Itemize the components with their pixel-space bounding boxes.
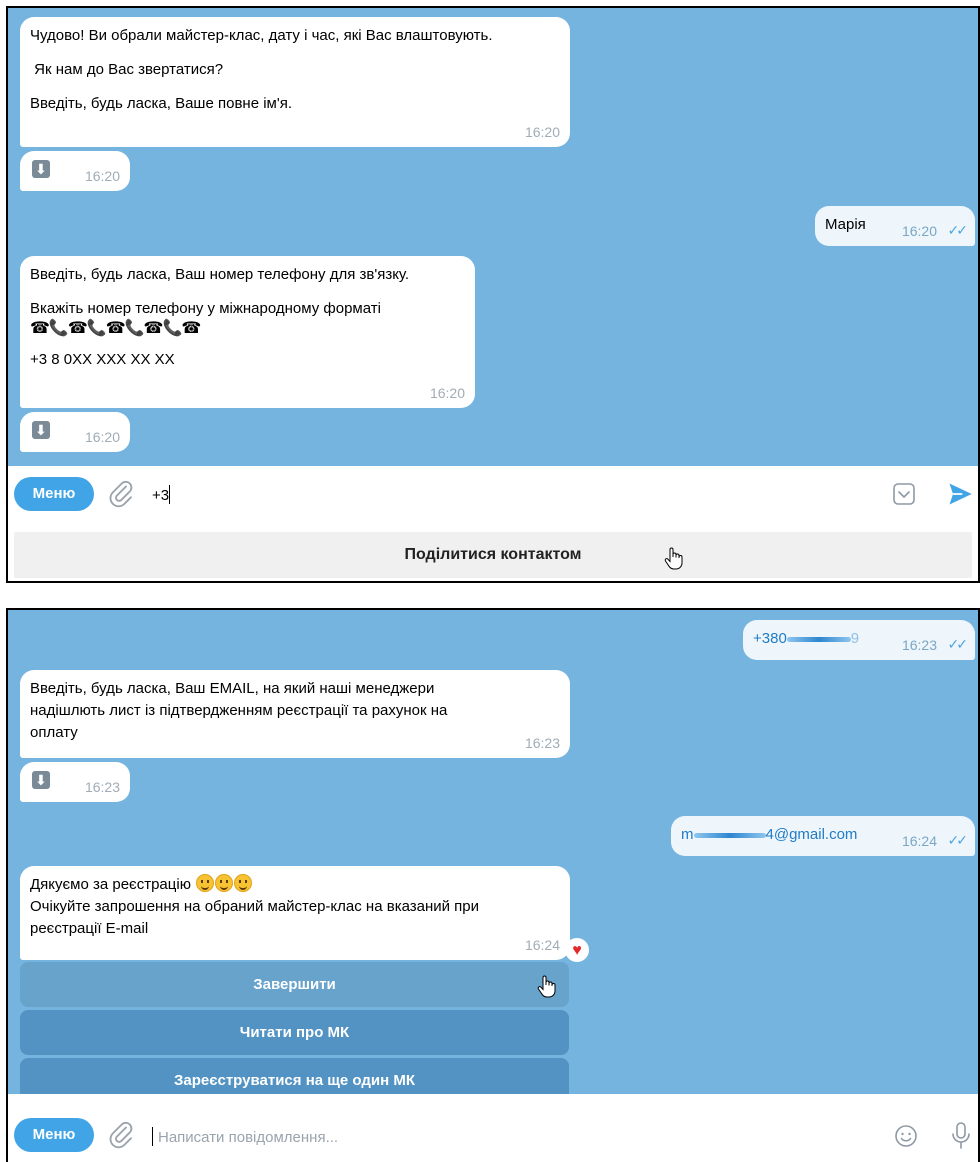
input-placeholder: Написати повідомлення... [158,1129,339,1146]
download-icon[interactable]: ⬇ [32,771,50,789]
read-ticks-icon: ✓✓ [947,831,969,848]
message-text: Марія [825,216,866,233]
paperclip-icon[interactable] [106,1120,136,1150]
message-list[interactable]: +380 9 16:23 ✓✓ Введіть, будь ласка, Ваш … [8,610,978,1103]
hand-cursor-icon [537,975,556,998]
menu-button[interactable]: Меню [14,477,94,511]
message-time: 16:20 [84,428,120,445]
message-time: 16:23 [84,778,120,795]
message-time: 16:24 [524,936,560,953]
message-list[interactable]: Чудово! Ви обрали майстер-клас, дату і ч… [8,8,978,466]
user-message-phone: +380 9 16:23 ✓✓ [743,620,975,660]
message-text: Очікуйте запрошення на обраний майстер-к… [30,897,480,915]
message-time: 16:23 [524,734,560,751]
message-time: 16:20 [524,123,560,140]
emoji-icon[interactable] [894,1124,918,1148]
hand-cursor-icon [664,547,683,570]
message-text: Введіть, будь ласка, Ваш номер телефону … [30,266,410,283]
chat-screenshot-bottom: +380 9 16:23 ✓✓ Введіть, будь ласка, Ваш … [6,608,980,1162]
message-time: 16:23 [901,636,937,653]
message-time: 16:20 [901,222,937,239]
upside-down-emoji-icon [215,874,234,892]
bot-file-message[interactable]: ⬇ 16:23 [20,762,130,802]
user-message-name: Марія 16:20 ✓✓ [815,206,975,246]
read-ticks-icon: ✓✓ [947,635,969,652]
message-text: Чудово! Ви обрали майстер-клас, дату і ч… [30,27,493,44]
message-time: 16:20 [84,167,120,184]
paperclip-icon[interactable] [106,479,136,509]
message-text: Введіть, будь ласка, Ваш EMAIL, на який … [30,680,435,697]
share-contact-button[interactable]: Поділитися контактом [14,532,972,578]
bot-file-message[interactable]: ⬇ 16:20 [20,412,130,452]
message-time: 16:20 [429,384,465,401]
bot-message-email-request: Введіть, будь ласка, Ваш EMAIL, на який … [20,670,570,758]
message-text: +3 8 0XX XXX XX XX [30,351,175,369]
read-about-mk-button[interactable]: Читати про МК [20,1010,569,1055]
message-input[interactable]: +3 [152,485,171,504]
smile-emoji-icon [196,874,215,892]
message-time: 16:24 [901,832,937,849]
heart-reaction-icon[interactable]: ♥ [565,938,589,962]
smile-emoji-icon [234,874,253,892]
message-composer: Меню Написати повідомлення... [8,1094,978,1162]
bot-file-message[interactable]: ⬇ 16:20 [20,151,130,191]
input-value: +3 [152,487,170,504]
user-message-email: m 4@gmail.com 16:24 ✓✓ [671,816,975,856]
redacted-blur [786,636,851,642]
bot-message-thanks: Дякуємо за реєстрацію Очікуйте запрошенн… [20,866,570,960]
send-icon[interactable] [946,480,974,508]
text-caret [169,485,171,504]
microphone-icon[interactable] [950,1121,972,1151]
message-text: Введіть, будь ласка, Ваше повне ім'я. [30,94,293,112]
message-text: Як нам до Вас звертатися? [30,60,224,78]
read-ticks-icon: ✓✓ [947,221,969,238]
message-text: реєстрації E-mail [30,919,149,937]
message-input[interactable]: Написати повідомлення... [152,1127,338,1146]
emoji-keyboard-icon[interactable] [892,482,916,506]
menu-button[interactable]: Меню [14,1118,94,1152]
download-icon[interactable]: ⬇ [32,421,50,439]
chat-screenshot-top: Чудово! Ви обрали майстер-клас, дату і ч… [6,6,980,583]
redacted-blur [693,832,766,838]
phone-emoji-row: ☎📞☎📞☎📞☎📞☎ [30,319,201,337]
bot-message-phone-request: Введіть, будь ласка, Ваш номер телефону … [20,256,475,408]
download-icon[interactable]: ⬇ [32,160,50,178]
text-caret [152,1127,153,1146]
message-text: Дякуємо за реєстрацію [30,874,560,896]
message-text: оплату [30,723,78,741]
message-composer: Меню +3 [8,466,978,522]
bot-message-name-request: Чудово! Ви обрали майстер-клас, дату і ч… [20,17,570,147]
message-text: Вкажіть номер телефону у міжнародному фо… [30,299,381,317]
message-text: надішлють лист із підтвердженням реєстра… [30,701,448,719]
finish-button[interactable]: Завершити [20,962,569,1007]
